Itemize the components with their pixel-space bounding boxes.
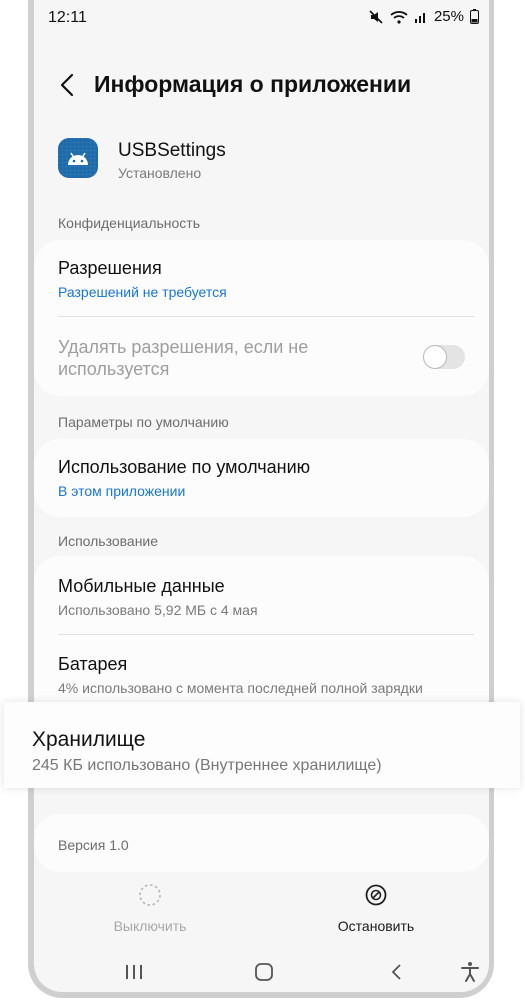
app-install-status: Установлено bbox=[118, 165, 202, 181]
disable-icon bbox=[139, 884, 161, 906]
permissions-title: Разрешения bbox=[58, 258, 162, 278]
section-usage-label: Использование bbox=[58, 533, 159, 549]
app-header: USBSettings Установлено bbox=[58, 134, 478, 184]
status-icons: 25% bbox=[368, 8, 479, 25]
remove-permissions-item: Удалять разрешения, если не используется bbox=[58, 336, 468, 380]
battery-subtitle: 4% использовано с момента последней полн… bbox=[58, 680, 423, 696]
divider bbox=[58, 634, 474, 635]
toggle-knob bbox=[423, 345, 447, 369]
status-bar: 12:11 25% bbox=[34, 0, 489, 36]
remove-permissions-toggle[interactable] bbox=[423, 345, 465, 369]
default-usage-title: Использование по умолчанию bbox=[58, 457, 311, 477]
bottom-actions: Выключить Остановить bbox=[34, 880, 489, 944]
disable-button[interactable]: Выключить bbox=[80, 880, 220, 944]
chevron-left-icon bbox=[60, 73, 74, 97]
disable-label: Выключить bbox=[113, 918, 187, 934]
back-nav-button[interactable] bbox=[376, 958, 416, 986]
accessibility-button[interactable] bbox=[450, 958, 489, 986]
section-privacy-label: Конфиденциальность bbox=[58, 215, 201, 231]
app-name: USBSettings bbox=[118, 140, 226, 161]
storage-title: Хранилище bbox=[32, 728, 146, 751]
battery-item[interactable]: Батарея 4% использовано с момента послед… bbox=[58, 654, 468, 696]
page-title: Информация о приложении bbox=[94, 71, 412, 97]
storage-item[interactable]: Хранилище 245 КБ использовано (Внутренне… bbox=[4, 702, 520, 788]
app-bar: Информация о приложении bbox=[34, 62, 489, 108]
divider bbox=[58, 316, 474, 317]
android-app-icon bbox=[58, 138, 98, 178]
version-card: Версия 1.0 bbox=[34, 814, 489, 872]
battery-icon bbox=[470, 9, 479, 24]
mute-icon bbox=[368, 9, 384, 25]
default-usage-item[interactable]: Использование по умолчанию В этом прилож… bbox=[58, 457, 468, 499]
defaults-card: Использование по умолчанию В этом прилож… bbox=[34, 439, 489, 517]
mobile-data-subtitle: Использовано 5,92 МБ с 4 мая bbox=[58, 602, 258, 618]
version-item: Версия 1.0 bbox=[58, 837, 468, 853]
back-nav-icon bbox=[391, 964, 401, 980]
version-label: Версия 1.0 bbox=[58, 837, 129, 853]
storage-subtitle: 245 КБ использовано (Внутреннее хранилищ… bbox=[32, 757, 382, 774]
recents-icon bbox=[126, 965, 142, 979]
battery-percent: 25% bbox=[433, 8, 464, 25]
battery-title: Батарея bbox=[58, 654, 128, 674]
stop-icon bbox=[365, 884, 387, 906]
privacy-card: Разрешения Разрешений не требуется Удаля… bbox=[34, 240, 489, 396]
screen: 12:11 25% Информация о приложении USBSet… bbox=[34, 0, 489, 992]
permissions-subtitle: Разрешений не требуется bbox=[58, 284, 227, 300]
status-time: 12:11 bbox=[48, 9, 87, 26]
remove-permissions-title: Удалять разрешения, если не используется bbox=[58, 337, 309, 379]
recents-button[interactable] bbox=[114, 958, 154, 986]
home-icon bbox=[255, 963, 273, 981]
mobile-data-title: Мобильные данные bbox=[58, 576, 225, 596]
navigation-bar bbox=[34, 952, 489, 992]
back-button[interactable] bbox=[52, 68, 82, 102]
mobile-data-item[interactable]: Мобильные данные Использовано 5,92 МБ с … bbox=[58, 576, 468, 618]
default-usage-subtitle: В этом приложении bbox=[58, 483, 186, 499]
accessibility-icon bbox=[461, 962, 479, 982]
permissions-item[interactable]: Разрешения Разрешений не требуется bbox=[58, 258, 468, 300]
signal-icon bbox=[414, 10, 428, 24]
home-button[interactable] bbox=[244, 958, 284, 986]
stop-button[interactable]: Остановить bbox=[306, 880, 446, 944]
wifi-icon bbox=[390, 10, 408, 24]
section-defaults-label: Параметры по умолчанию bbox=[58, 414, 229, 430]
stop-label: Остановить bbox=[337, 918, 415, 934]
